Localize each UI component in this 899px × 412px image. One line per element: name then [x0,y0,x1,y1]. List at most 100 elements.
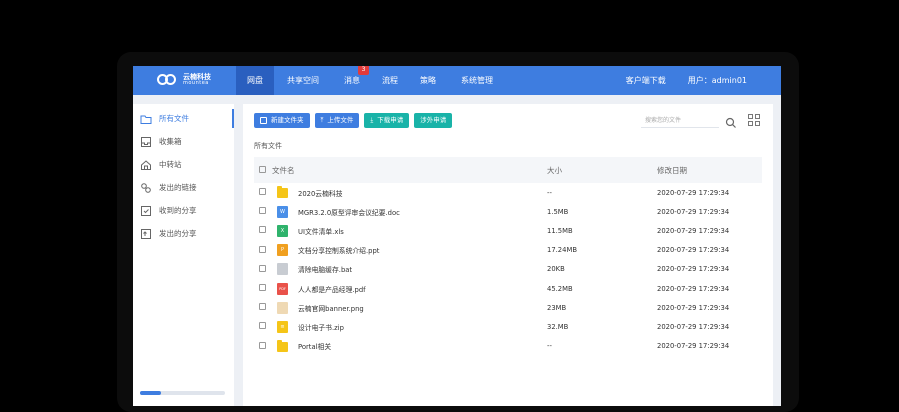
file-size: 1.5MB [547,207,569,216]
file-name[interactable]: 文档分享控制系统介绍.ppt [298,245,379,255]
sidebar: 所有文件 收集箱 中转站 发出的链接 收到的分享 发出的分享 [133,104,234,406]
file-name[interactable]: 2020云楠科技 [298,188,343,198]
table-row[interactable]: 2020云楠科技 -- 2020-07-29 17:29:34 [254,183,762,202]
row-checkbox[interactable] [259,264,266,272]
toolbar: 新建文件夹 ⤒ 上传文件 ⤓ 下载申请 涉外申请 [254,113,453,128]
column-header-date[interactable]: 修改日期 [657,165,762,176]
xls-icon: X [277,224,288,237]
brand-logo[interactable]: 云楠科技 mountea [157,72,211,88]
row-checkbox[interactable] [259,284,266,292]
row-checkbox[interactable] [259,303,266,311]
file-name[interactable]: 清除电脑缓存.bat [298,264,352,274]
file-size: 45.2MB [547,284,573,293]
table-row[interactable]: ≡ 设计电子书.zip 32.MB 2020-07-29 17:29:34 [254,317,762,336]
share-out-icon [140,228,152,240]
folder-icon [140,113,152,125]
zip-icon: ≡ [277,320,288,333]
doc-icon: W [277,205,288,218]
sidebar-item-sent-shares[interactable]: 发出的分享 [133,222,234,245]
table-row[interactable]: 清除电脑缓存.bat 20KB 2020-07-29 17:29:34 [254,260,762,279]
folder-icon [277,339,288,352]
row-checkbox[interactable] [259,245,266,253]
download-request-button[interactable]: ⤓ 下载申请 [364,113,410,128]
sidebar-item-all-files[interactable]: 所有文件 [133,107,234,130]
nav-item-system-admin[interactable]: 系统管理 [448,66,506,95]
nav-item-shared-space[interactable]: 共享空间 [274,66,332,95]
select-all-checkbox[interactable] [259,165,266,173]
file-name[interactable]: 人人都是产品经理.pdf [298,284,366,294]
file-date: 2020-07-29 17:29:34 [657,207,730,216]
nav-item-messages[interactable]: 消息 3 [332,66,372,95]
table-row[interactable]: W MGR3.2.0原型评审会议纪要.doc 1.5MB 2020-07-29 17:… [254,202,762,221]
row-checkbox[interactable] [259,226,266,234]
row-checkbox[interactable] [259,207,266,215]
app-window: 云楠科技 mountea 网盘 共享空间 消息 3 流程 策略 系统管理 客户端… [133,66,781,406]
file-date: 2020-07-29 17:29:34 [657,188,730,197]
ppt-icon: P [277,244,288,257]
download-icon: ⤓ [370,116,374,124]
file-name[interactable]: Portal相关 [298,341,331,351]
upload-button[interactable]: ⤒ 上传文件 [314,113,360,128]
search-input[interactable]: 搜索您的文件 [641,114,719,128]
brand-subtitle: mountea [183,80,209,86]
column-header-name[interactable]: 文件名 [269,165,295,176]
table-row[interactable]: PDF 人人都是产品经理.pdf 45.2MB 2020-07-29 17:29:34 [254,279,762,298]
user-menu[interactable]: 用户：admin01 [688,66,747,95]
sidebar-item-inbox[interactable]: 收集箱 [133,130,234,153]
client-download-link[interactable]: 客户端下载 [626,66,666,95]
table-row[interactable]: 云楠官网banner.png 23MB 2020-07-29 17:29:34 [254,298,762,317]
search-icon[interactable] [725,114,737,128]
folder-plus-icon [260,117,267,124]
nav-item-netdisk[interactable]: 网盘 [236,66,274,95]
inbox-icon [140,136,152,148]
table-header: 文件名 大小 修改日期 [254,157,762,183]
top-navigation-bar: 云楠科技 mountea 网盘 共享空间 消息 3 流程 策略 系统管理 客户端… [133,66,781,95]
message-count-badge: 3 [358,66,369,75]
row-checkbox[interactable] [259,341,266,349]
file-size: 20KB [547,265,565,274]
external-request-button[interactable]: 涉外申请 [414,113,453,128]
file-size: -- [547,188,552,197]
home-icon [140,159,152,171]
breadcrumb[interactable]: 所有文件 [254,141,282,151]
nav-item-workflow[interactable]: 流程 [372,66,408,95]
folder-icon [277,186,288,199]
file-date: 2020-07-29 17:29:34 [657,265,730,274]
link-icon [140,182,152,194]
file-panel: 新建文件夹 ⤒ 上传文件 ⤓ 下载申请 涉外申请 搜索您的文件 所有文件 文件名 [243,104,773,406]
file-size: 32.MB [547,322,569,331]
grid-view-icon[interactable] [748,114,760,126]
sidebar-scrollbar[interactable] [140,391,225,395]
logo-mark-icon [157,72,179,88]
table-row[interactable]: X UI文件清单.xls 11.5MB 2020-07-29 17:29:34 [254,221,762,240]
file-name[interactable]: MGR3.2.0原型评审会议纪要.doc [298,207,400,217]
nav-item-policy[interactable]: 策略 [408,66,448,95]
file-size: 11.5MB [547,226,573,235]
file-table: 文件名 大小 修改日期 2020云楠科技 -- 2020-07-29 17:29:3… [254,157,762,356]
column-header-size[interactable]: 大小 [547,165,657,176]
file-name[interactable]: UI文件清单.xls [298,226,344,236]
pdf-icon: PDF [277,282,288,295]
upload-icon: ⤒ [320,116,324,124]
row-checkbox[interactable] [259,188,266,196]
file-name[interactable]: 云楠官网banner.png [298,303,364,313]
file-date: 2020-07-29 17:29:34 [657,303,730,312]
file-size: 23MB [547,303,567,312]
file-date: 2020-07-29 17:29:34 [657,284,730,293]
file-name[interactable]: 设计电子书.zip [298,322,344,332]
sidebar-item-transfer-station[interactable]: 中转站 [133,153,234,176]
file-date: 2020-07-29 17:29:34 [657,226,730,235]
sidebar-item-received-shares[interactable]: 收到的分享 [133,199,234,222]
table-row[interactable]: Portal相关 -- 2020-07-29 17:29:34 [254,337,762,356]
table-row[interactable]: P 文档分享控制系统介绍.ppt 17.24MB 2020-07-29 17:29:3… [254,241,762,260]
file-size: 17.24MB [547,246,577,255]
bat-icon [277,263,288,276]
share-in-icon [140,205,152,217]
main-nav: 网盘 共享空间 消息 3 流程 策略 系统管理 [236,66,506,95]
file-date: 2020-07-29 17:29:34 [657,342,730,351]
row-checkbox[interactable] [259,322,266,330]
file-size: -- [547,342,552,351]
sidebar-scrollbar-thumb[interactable] [140,391,161,395]
sidebar-item-sent-links[interactable]: 发出的链接 [133,176,234,199]
new-folder-button[interactable]: 新建文件夹 [254,113,310,128]
